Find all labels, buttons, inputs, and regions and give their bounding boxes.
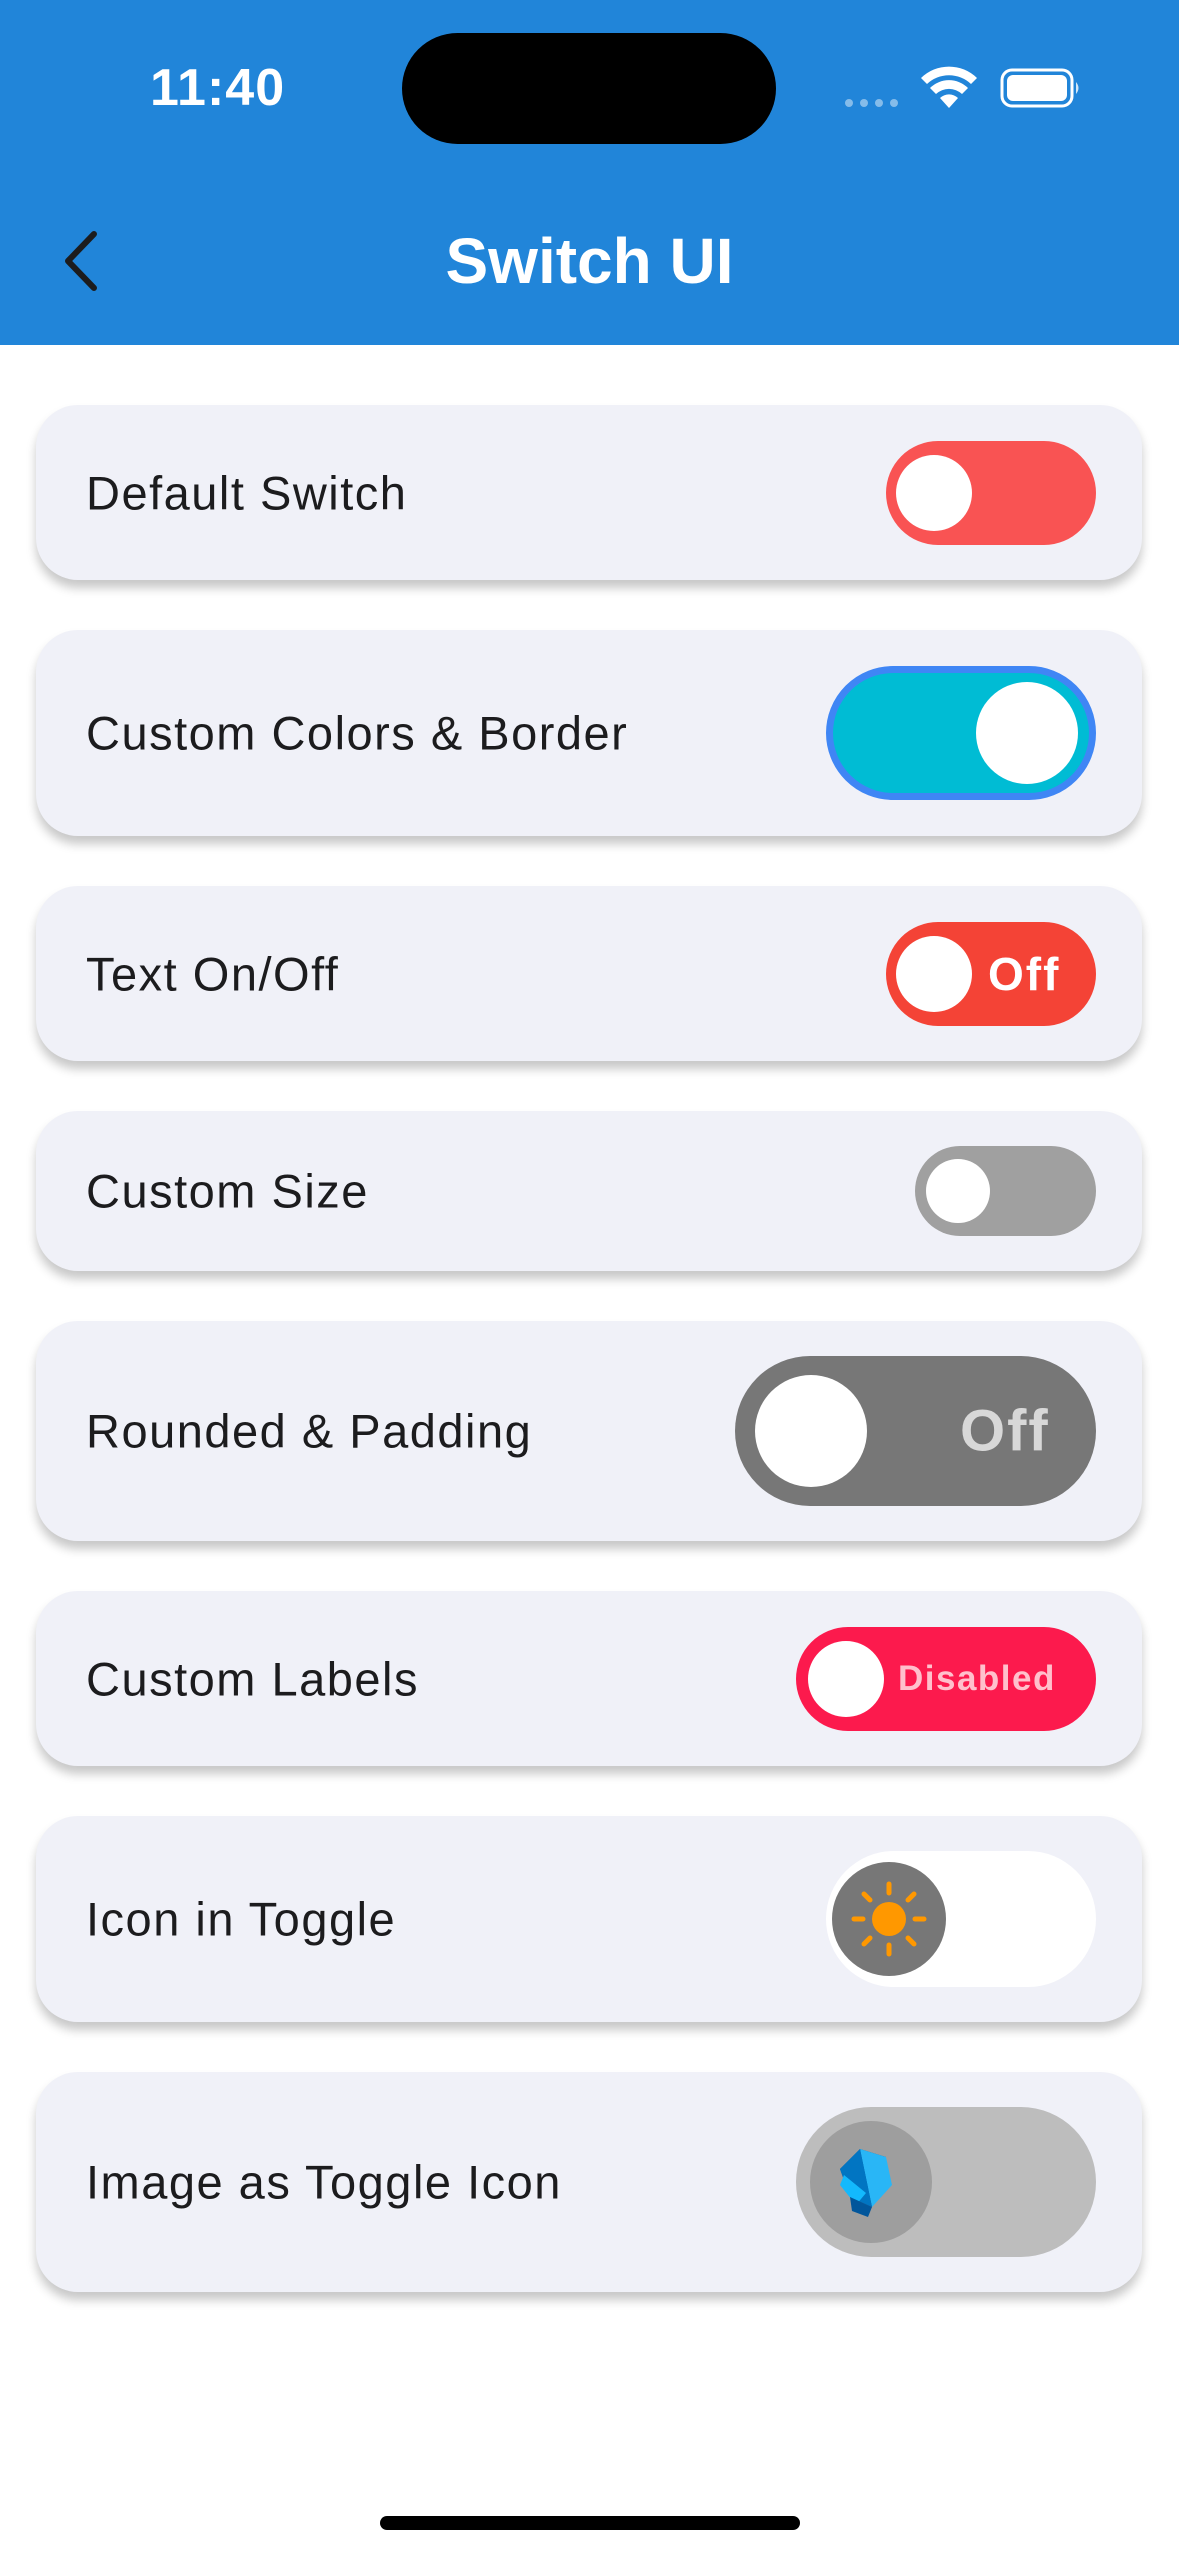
switch-label: Custom Size xyxy=(86,1164,369,1218)
switch-knob xyxy=(808,1640,884,1717)
switch-state-text: Disabled xyxy=(898,1658,1056,1698)
home-indicator[interactable] xyxy=(380,2516,800,2530)
switch-label: Text On/Off xyxy=(86,947,340,1000)
cellular-signal-icon xyxy=(845,94,905,112)
switch-card-text: Text On/Off Off xyxy=(36,886,1142,1061)
sun-icon xyxy=(851,1881,927,1957)
rounded-padding-switch[interactable]: Off xyxy=(735,1356,1096,1506)
switch-card-custom-colors: Custom Colors & Border xyxy=(36,630,1142,836)
switch-knob xyxy=(976,682,1078,784)
switch-label: Rounded & Padding xyxy=(86,1404,533,1458)
switch-card-icon: Icon in Toggle xyxy=(36,1816,1142,2022)
switch-label: Image as Toggle Icon xyxy=(86,2155,562,2209)
dynamic-island xyxy=(402,33,776,144)
switch-card-custom-size: Custom Size xyxy=(36,1111,1142,1271)
switch-card-image: Image as Toggle Icon xyxy=(36,2072,1142,2292)
switch-label: Custom Labels xyxy=(86,1652,419,1705)
switch-label: Icon in Toggle xyxy=(86,1892,397,1946)
wifi-icon xyxy=(921,66,977,108)
switch-card-rounded: Rounded & Padding Off xyxy=(36,1321,1142,1541)
default-switch[interactable] xyxy=(886,440,1096,545)
switch-state-text: Off xyxy=(988,947,1061,1000)
app-header: 11:40 Switch UI xyxy=(0,0,1179,345)
custom-labels-switch[interactable]: Disabled xyxy=(796,1626,1096,1731)
switch-knob xyxy=(896,454,972,531)
switch-knob xyxy=(926,1159,990,1223)
dart-logo-icon xyxy=(840,2149,892,2217)
custom-size-switch[interactable] xyxy=(915,1146,1096,1236)
switch-knob xyxy=(896,935,972,1012)
battery-icon xyxy=(1000,68,1079,108)
switch-card-custom-labels: Custom Labels Disabled xyxy=(36,1591,1142,1766)
switch-card-default: Default Switch xyxy=(36,405,1142,580)
switch-label: Custom Colors & Border xyxy=(86,706,629,760)
icon-toggle-switch[interactable] xyxy=(826,1851,1096,1987)
switch-knob xyxy=(755,1375,867,1487)
status-time: 11:40 xyxy=(150,59,286,117)
switch-state-text: Off xyxy=(960,1398,1050,1464)
switch-knob xyxy=(832,1862,946,1976)
text-on-off-switch[interactable]: Off xyxy=(886,921,1096,1026)
image-toggle-switch[interactable] xyxy=(796,2107,1096,2257)
switch-label: Default Switch xyxy=(86,466,408,519)
custom-colors-switch[interactable] xyxy=(826,666,1096,800)
page-title: Switch UI xyxy=(445,225,734,297)
switch-knob xyxy=(810,2121,932,2243)
